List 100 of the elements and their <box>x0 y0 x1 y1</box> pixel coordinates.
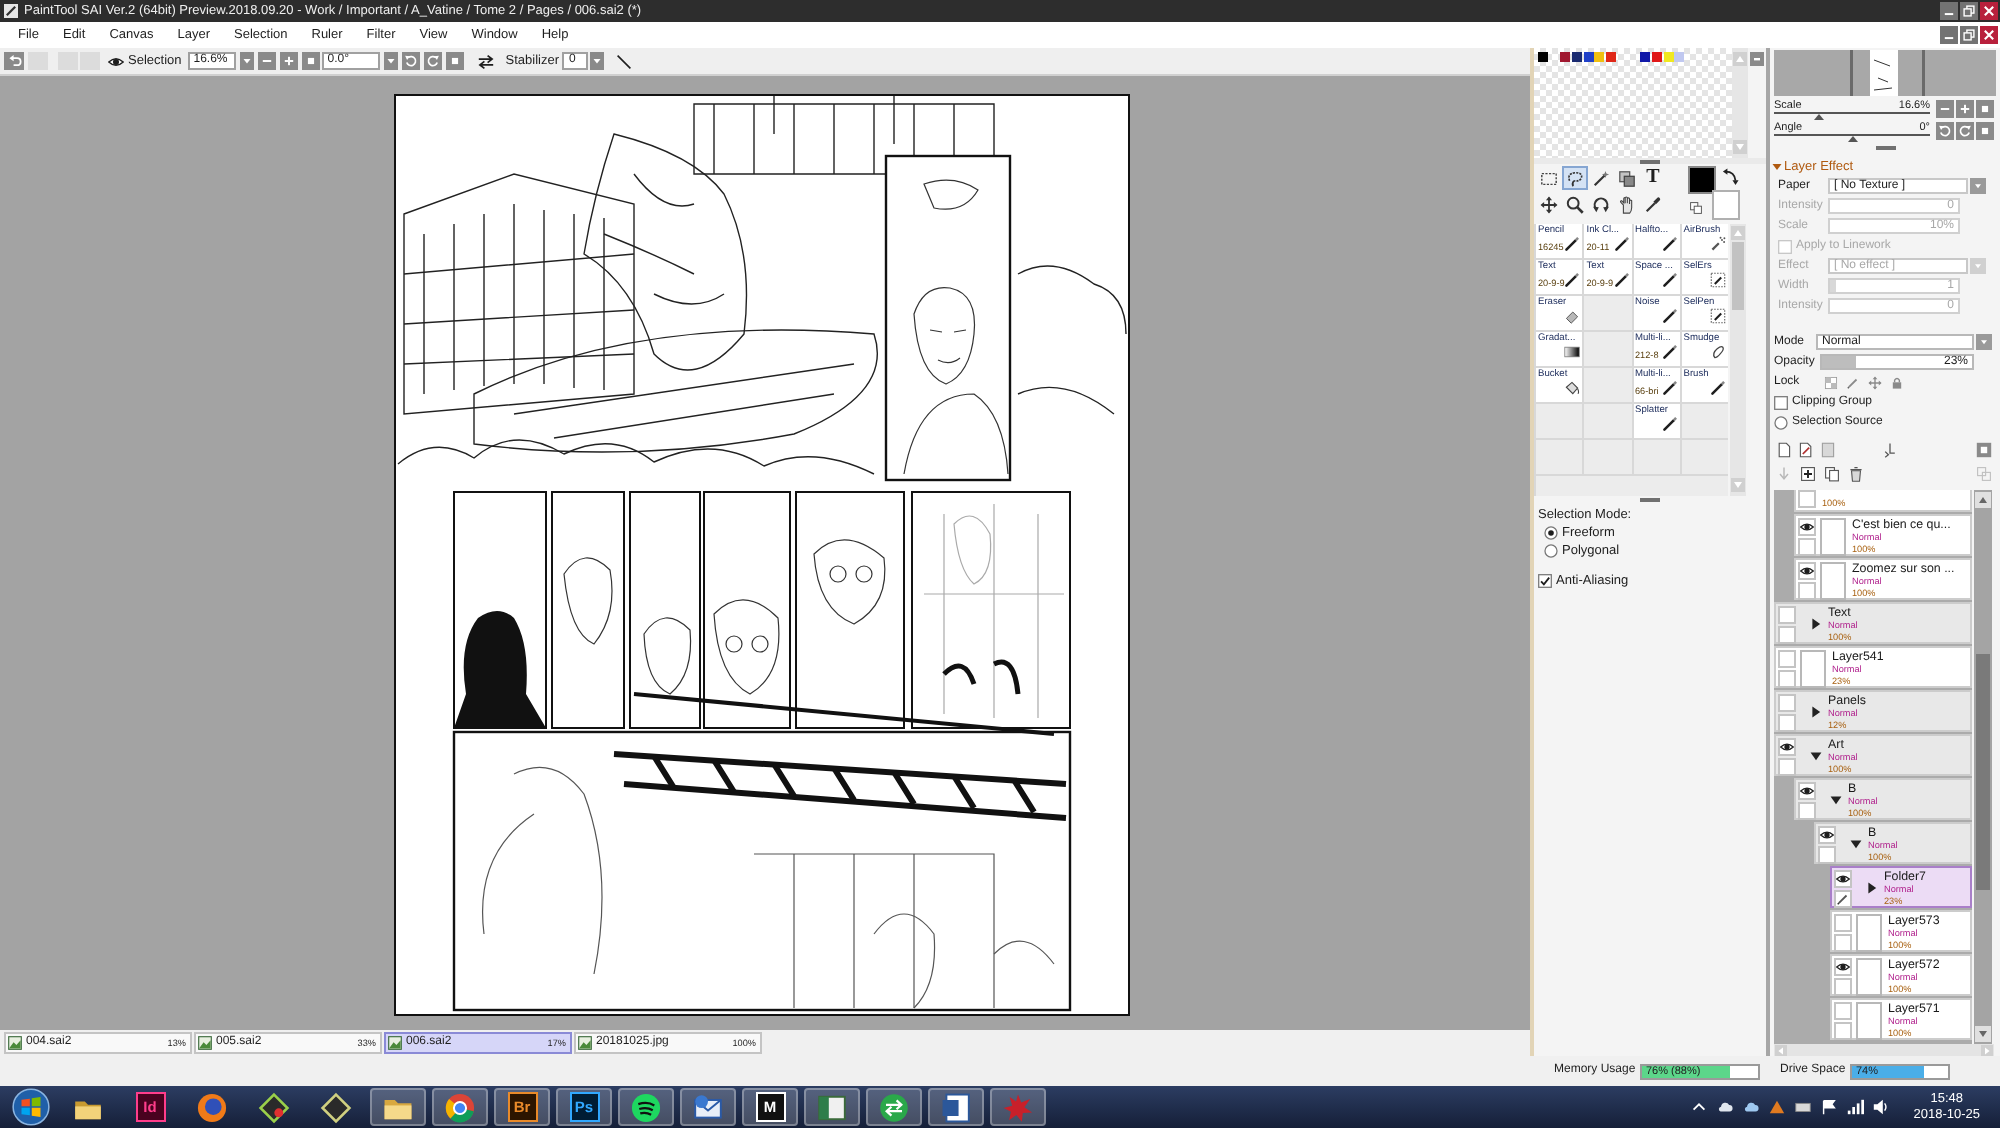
color-swatch-icon[interactable] <box>1560 52 1571 62</box>
color-swatch-icon[interactable] <box>1640 52 1651 62</box>
zoom-reset-button[interactable] <box>301 52 320 70</box>
main-color-swatch-icon[interactable] <box>1688 166 1716 194</box>
zoom-in-button[interactable] <box>279 52 298 70</box>
rotate-right-button[interactable] <box>1956 122 1974 140</box>
slider-track[interactable] <box>1774 134 1930 142</box>
caret-right-icon[interactable] <box>1810 705 1822 717</box>
navigator-preview[interactable] <box>1774 50 1996 96</box>
layer-toolbar-button[interactable] <box>1796 440 1814 460</box>
taskbar-button[interactable] <box>432 1088 488 1126</box>
color-swatch-icon[interactable] <box>1606 52 1617 62</box>
tool-button[interactable] <box>1562 166 1588 190</box>
taskbar-button[interactable] <box>370 1088 426 1126</box>
palette-scrollbar[interactable] <box>1732 48 1766 158</box>
zoom-dropdown-button[interactable] <box>239 52 254 70</box>
zoom-out-button[interactable] <box>257 52 276 70</box>
layer-list-scrollbar[interactable] <box>1974 490 1992 1044</box>
color-swatch-icon[interactable] <box>1538 52 1548 62</box>
visibility-toggle[interactable] <box>1798 781 1816 799</box>
slider-thumb[interactable] <box>1847 136 1857 142</box>
minimize-button[interactable] <box>1940 26 1958 44</box>
edit-toggle[interactable] <box>1798 537 1816 555</box>
pen-icon <box>1661 272 1678 288</box>
restore-button[interactable] <box>1960 2 1978 20</box>
close-button[interactable] <box>1980 2 1998 20</box>
taskbar-button[interactable] <box>618 1088 674 1126</box>
rotate-right-button[interactable] <box>423 52 442 70</box>
slider-thumb[interactable] <box>1814 114 1825 120</box>
taskbar-button[interactable] <box>804 1088 860 1126</box>
edit-toggle[interactable] <box>1834 977 1852 995</box>
sub-color-swatch-icon[interactable] <box>1712 190 1740 220</box>
caret-down-icon[interactable] <box>1830 793 1842 805</box>
edit-toggle[interactable] <box>1818 845 1836 863</box>
taskbar-button[interactable] <box>866 1088 922 1126</box>
lock-toggle[interactable] <box>1844 374 1862 390</box>
visibility-toggle[interactable] <box>1798 561 1816 579</box>
restore-button[interactable] <box>1960 26 1978 44</box>
angle-reset-button[interactable] <box>445 52 464 70</box>
color-swatch-icon[interactable] <box>1674 52 1685 62</box>
dropdown-button[interactable] <box>1976 334 1992 350</box>
tool-button[interactable]: T <box>1640 166 1666 190</box>
layer-toolbar-button[interactable] <box>1774 440 1792 460</box>
visibility-toggle[interactable] <box>1778 693 1796 711</box>
tool-button[interactable] <box>1614 166 1640 190</box>
lock-toggle[interactable] <box>1866 374 1884 390</box>
edit-toggle[interactable] <box>1834 1021 1852 1039</box>
edit-toggle[interactable] <box>1778 757 1796 775</box>
visibility-toggle[interactable] <box>1818 825 1836 843</box>
edit-toggle[interactable] <box>1778 669 1796 687</box>
slider-track[interactable] <box>1774 112 1930 120</box>
layer-toolbar-button[interactable] <box>1822 464 1840 484</box>
lock-toggle[interactable] <box>1888 374 1906 390</box>
caret-right-icon[interactable] <box>1810 617 1822 629</box>
layer-toolbar-button[interactable] <box>1846 464 1864 484</box>
stabilizer-dropdown-button[interactable] <box>590 52 605 70</box>
brush-scrollbar[interactable] <box>1730 224 1746 496</box>
tool-button[interactable] <box>1536 192 1562 216</box>
rotate-left-button[interactable] <box>1936 122 1954 140</box>
visibility-toggle[interactable] <box>1834 869 1852 887</box>
tool-button[interactable] <box>1562 192 1588 216</box>
color-swatch-icon[interactable] <box>1594 52 1605 62</box>
caret-right-icon[interactable] <box>1866 881 1878 893</box>
minimize-button[interactable] <box>1940 2 1958 20</box>
tool-button[interactable] <box>1640 192 1666 216</box>
scale-down-button[interactable] <box>1936 100 1954 118</box>
edit-toggle[interactable] <box>1834 933 1852 951</box>
layer-toolbar-button[interactable] <box>1798 464 1816 484</box>
edit-toggle[interactable] <box>1798 801 1816 819</box>
visibility-toggle[interactable] <box>1834 913 1852 931</box>
taskbar-button[interactable] <box>680 1088 736 1126</box>
color-swatch-icon[interactable] <box>1663 52 1674 62</box>
edit-toggle[interactable] <box>1834 889 1852 907</box>
visibility-toggle[interactable] <box>1778 649 1796 667</box>
lock-toggle[interactable] <box>1822 374 1840 390</box>
visibility-toggle[interactable] <box>1834 957 1852 975</box>
color-swatch-icon[interactable] <box>1651 52 1662 62</box>
color-swatch-icon[interactable] <box>1572 52 1583 62</box>
dropdown-button[interactable] <box>1970 178 1986 194</box>
scale-up-button[interactable] <box>1956 100 1974 118</box>
close-button[interactable] <box>1980 26 1998 44</box>
visibility-toggle[interactable] <box>1834 1001 1852 1019</box>
tool-button[interactable] <box>1588 166 1614 190</box>
rotate-left-button[interactable] <box>401 52 420 70</box>
scale-reset-button[interactable] <box>1976 100 1994 118</box>
taskbar-button[interactable] <box>928 1088 984 1126</box>
angle-reset-button[interactable] <box>1976 122 1994 140</box>
visibility-toggle[interactable] <box>1778 737 1796 755</box>
edit-toggle[interactable] <box>1778 625 1796 643</box>
tool-button[interactable] <box>1588 192 1614 216</box>
visibility-toggle[interactable] <box>1778 605 1796 623</box>
undo-button[interactable] <box>4 52 24 70</box>
edit-toggle[interactable] <box>1798 490 1816 508</box>
edit-toggle[interactable] <box>1798 581 1816 599</box>
caret-down-icon[interactable] <box>1810 749 1822 761</box>
angle-dropdown-button[interactable] <box>383 52 398 70</box>
caret-down-icon[interactable] <box>1850 837 1862 849</box>
color-swatch-icon[interactable] <box>1583 52 1594 62</box>
edit-toggle[interactable] <box>1778 713 1796 731</box>
visibility-toggle[interactable] <box>1798 517 1816 535</box>
